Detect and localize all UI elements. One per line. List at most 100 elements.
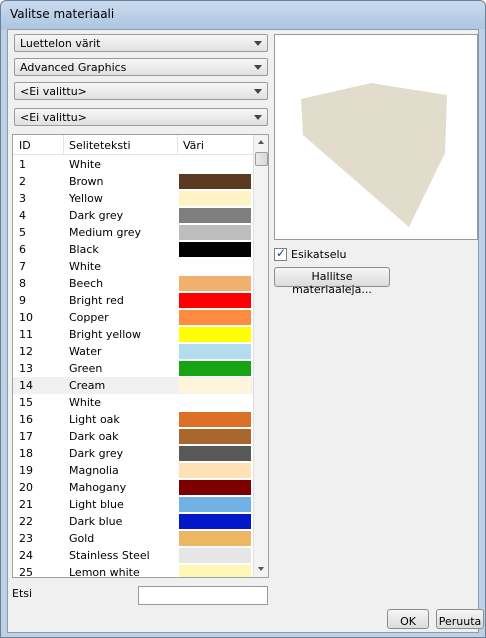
row-id: 21 xyxy=(19,498,33,511)
list-item[interactable]: 12 Water xyxy=(13,343,253,360)
row-label: Beech xyxy=(69,277,104,290)
cancel-button[interactable]: Peruuta xyxy=(436,609,484,629)
color-swatch xyxy=(179,497,251,512)
color-swatch xyxy=(179,259,251,274)
list-item[interactable]: 9 Bright red xyxy=(13,292,253,309)
title-bar[interactable]: Valitse materiaali xyxy=(1,1,485,29)
color-swatch xyxy=(179,327,251,342)
row-id: 6 xyxy=(19,243,26,256)
color-swatch xyxy=(179,191,251,206)
color-swatch xyxy=(179,361,251,376)
header-text[interactable]: Seliteteksti xyxy=(69,139,131,152)
ok-button[interactable]: OK xyxy=(387,609,429,629)
list-item[interactable]: 21 Light blue xyxy=(13,496,253,513)
list-item[interactable]: 10 Copper xyxy=(13,309,253,326)
row-id: 7 xyxy=(19,260,26,273)
scroll-up-button[interactable] xyxy=(254,135,268,151)
material-preview xyxy=(274,34,478,240)
color-swatch xyxy=(179,565,251,577)
row-id: 18 xyxy=(19,447,33,460)
search-input[interactable] xyxy=(138,586,268,605)
row-id: 19 xyxy=(19,464,33,477)
row-label: Dark grey xyxy=(69,209,124,222)
list-item[interactable]: 22 Dark blue xyxy=(13,513,253,530)
row-label: Green xyxy=(69,362,103,375)
list-item[interactable]: 14 Cream xyxy=(13,377,253,394)
list-item[interactable]: 20 Mahogany xyxy=(13,479,253,496)
list-item[interactable]: 17 Dark oak xyxy=(13,428,253,445)
list-item[interactable]: 2 Brown xyxy=(13,173,253,190)
row-label: Black xyxy=(69,243,99,256)
row-label: Dark blue xyxy=(69,515,123,528)
list-item[interactable]: 13 Green xyxy=(13,360,253,377)
color-swatch xyxy=(179,344,251,359)
list-item[interactable]: 8 Beech xyxy=(13,275,253,292)
header-divider[interactable] xyxy=(63,135,64,155)
vertical-scrollbar[interactable] xyxy=(253,135,268,577)
header-color[interactable]: Väri xyxy=(183,139,204,152)
list-item[interactable]: 7 White xyxy=(13,258,253,275)
row-id: 16 xyxy=(19,413,33,426)
row-id: 3 xyxy=(19,192,26,205)
row-id: 2 xyxy=(19,175,26,188)
row-label: Lemon white xyxy=(69,566,140,578)
row-label: Brown xyxy=(69,175,104,188)
color-list-combo[interactable]: Luettelon värit xyxy=(14,34,268,52)
list-item[interactable]: 25 Lemon white xyxy=(13,564,253,578)
search-label: Etsi xyxy=(12,587,33,600)
header-id[interactable]: ID xyxy=(19,139,31,152)
row-id: 14 xyxy=(19,379,33,392)
list-item[interactable]: 19 Magnolia xyxy=(13,462,253,479)
row-id: 9 xyxy=(19,294,26,307)
list-item[interactable]: 23 Gold xyxy=(13,530,253,547)
row-id: 22 xyxy=(19,515,33,528)
combo-value: <Ei valittu> xyxy=(20,111,87,124)
row-label: Light blue xyxy=(69,498,124,511)
list-item[interactable]: 18 Dark grey xyxy=(13,445,253,462)
color-swatch xyxy=(179,157,251,172)
filter-combo-1[interactable]: <Ei valittu> xyxy=(14,82,268,100)
row-id: 4 xyxy=(19,209,26,222)
row-id: 13 xyxy=(19,362,33,375)
row-id: 1 xyxy=(19,158,26,171)
color-swatch xyxy=(179,446,251,461)
list-item[interactable]: 1 White xyxy=(13,156,253,173)
combo-value: Luettelon värit xyxy=(20,37,101,50)
list-item[interactable]: 15 White xyxy=(13,394,253,411)
row-id: 17 xyxy=(19,430,33,443)
row-id: 12 xyxy=(19,345,33,358)
list-item[interactable]: 16 Light oak xyxy=(13,411,253,428)
color-swatch xyxy=(179,310,251,325)
filter-combo-2[interactable]: <Ei valittu> xyxy=(14,108,268,126)
row-id: 11 xyxy=(19,328,33,341)
list-item[interactable]: 4 Dark grey xyxy=(13,207,253,224)
combo-value: <Ei valittu> xyxy=(20,85,87,98)
color-swatch xyxy=(179,395,251,410)
row-label: Stainless Steel xyxy=(69,549,150,562)
cube-preview-image xyxy=(301,83,447,227)
row-label: White xyxy=(69,158,101,171)
chevron-down-icon xyxy=(254,41,262,46)
color-swatch xyxy=(179,548,251,563)
row-label: Dark oak xyxy=(69,430,119,443)
row-id: 10 xyxy=(19,311,33,324)
list-item[interactable]: 24 Stainless Steel xyxy=(13,547,253,564)
scroll-thumb[interactable] xyxy=(255,152,268,166)
list-item[interactable]: 3 Yellow xyxy=(13,190,253,207)
header-divider[interactable] xyxy=(177,135,178,155)
list-item[interactable]: 6 Black xyxy=(13,241,253,258)
list-item[interactable]: 11 Bright yellow xyxy=(13,326,253,343)
color-swatch xyxy=(179,293,251,308)
scroll-down-button[interactable] xyxy=(254,561,268,577)
library-combo[interactable]: Advanced Graphics xyxy=(14,58,268,76)
arrow-down-icon xyxy=(258,567,264,571)
chevron-down-icon xyxy=(254,65,262,70)
preview-checkbox[interactable]: ✓ xyxy=(274,246,287,261)
arrow-up-icon xyxy=(258,140,264,144)
manage-materials-button[interactable]: Hallitse materiaaleja... xyxy=(274,267,390,296)
chevron-down-icon xyxy=(254,115,262,120)
list-item[interactable]: 5 Medium grey xyxy=(13,224,253,241)
row-label: Magnolia xyxy=(69,464,119,477)
material-list[interactable]: ID Seliteteksti Väri 1 White 2 Brown 3 Yellow… xyxy=(12,134,269,578)
row-label: Yellow xyxy=(69,192,103,205)
